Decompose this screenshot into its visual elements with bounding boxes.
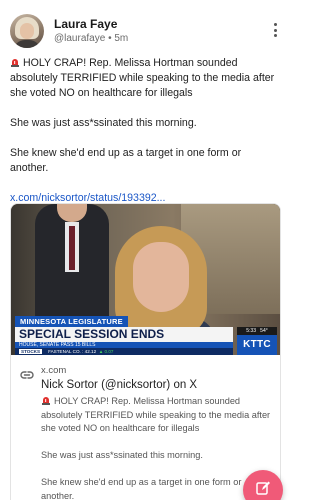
post-paragraph: She knew she'd end up as a target in one… [10,147,242,174]
card-domain: x.com [41,365,67,376]
card-description: HOLY CRAP! Rep. Melissa Hortman sounded … [41,395,272,500]
post-text: HOLY CRAP! Rep. Melissa Hortman sounded … [10,56,282,221]
post-header: Laura Faye @laurafaye • 5m [10,14,282,48]
card-paragraph: She knew she'd end up as a target in one… [41,477,242,500]
kebab-menu-icon[interactable] [268,20,282,40]
card-title[interactable]: Nick Sortor (@nicksortor) on X [41,378,272,393]
figure-man [35,204,109,324]
siren-icon [10,57,20,67]
card-paragraph: She was just ass*ssinated this morning. [41,450,203,460]
meta-separator: • [108,33,112,44]
card-paragraph: HOLY CRAP! Rep. Melissa Hortman sounded … [41,395,271,433]
news-time: 5:33 54° [237,327,277,335]
avatar-shoulder [13,40,41,48]
news-tag: MINNESOTA LEGISLATURE [15,316,128,327]
avatar-face [20,23,34,39]
ticker-change: ▲ 0.07 [98,349,114,354]
author-name[interactable]: Laura Faye [54,17,117,31]
author-meta: @laurafaye • 5m [54,33,128,44]
ticker-tag: STOCKS [19,349,43,354]
avatar[interactable] [10,14,44,48]
link-preview-card[interactable]: MINNESOTA LEGISLATURE SPECIAL SESSION EN… [10,203,281,500]
post-paragraph: She was just ass*ssinated this morning. [10,117,197,129]
ticker-text: FASTENAL CO. : 42.12 [48,349,97,354]
edit-icon [255,480,271,500]
link-icon [20,367,34,379]
news-headline: SPECIAL SESSION ENDS [15,327,233,342]
card-body: x.com Nick Sortor (@nicksortor) on X HOL… [11,355,280,500]
news-lower-third: MINNESOTA LEGISLATURE SPECIAL SESSION EN… [11,316,280,355]
post-paragraph: HOLY CRAP! Rep. Melissa Hortman sounded … [10,57,275,99]
post-time: 5m [114,33,129,44]
news-ticker: STOCKS FASTENAL CO. : 42.12 ▲ 0.07 [15,348,233,355]
video-thumbnail[interactable]: MINNESOTA LEGISLATURE SPECIAL SESSION EN… [11,204,280,355]
siren-icon [41,395,51,405]
station-logo: KTTC [237,335,277,355]
author-handle[interactable]: @laurafaye [54,33,105,44]
